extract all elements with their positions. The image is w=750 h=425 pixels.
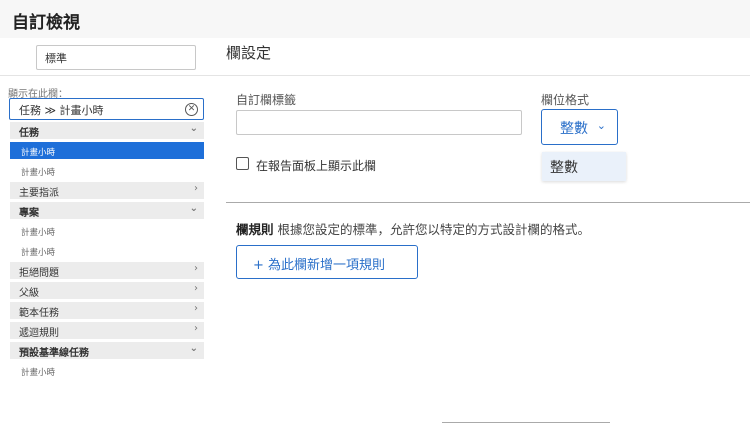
sidebar-group[interactable]: 預設基準線任務 ⌄ bbox=[10, 342, 204, 359]
sidebar-group-label: 範本任務 bbox=[19, 308, 59, 319]
column-rules-title: 欄規則 bbox=[236, 222, 274, 237]
sidebar-field-item[interactable]: 計畫小時 bbox=[10, 142, 204, 159]
show-in-report-checkbox[interactable] bbox=[236, 157, 249, 170]
field-path-text: 任務 ≫ 計畫小時 bbox=[19, 104, 104, 117]
view-name-input[interactable] bbox=[36, 45, 196, 70]
chevron-down-icon: ⌄ bbox=[189, 203, 198, 214]
chevron-right-icon: › bbox=[194, 263, 198, 274]
show-in-report-label: 在報告面板上顯示此欄 bbox=[256, 159, 377, 173]
clear-icon[interactable]: ✕ bbox=[185, 103, 198, 116]
field-format-value: 整數 bbox=[560, 121, 588, 137]
format-option-integer[interactable]: 整數 bbox=[542, 152, 626, 181]
sidebar-group[interactable]: 主要指派 › bbox=[10, 182, 204, 199]
chevron-down-icon: ⌄ bbox=[189, 123, 198, 134]
sidebar-group-label: 主要指派 bbox=[19, 188, 59, 199]
chevron-right-icon: › bbox=[194, 283, 198, 294]
custom-label-label: 自訂欄標籤 bbox=[236, 93, 297, 107]
sidebar-field-item[interactable]: 計畫小時 bbox=[10, 242, 204, 259]
chevron-right-icon: › bbox=[194, 303, 198, 314]
sidebar-group-label: 專案 bbox=[19, 208, 39, 219]
divider bbox=[442, 422, 610, 423]
sidebar-group-label: 遞迴規則 bbox=[19, 328, 59, 339]
header-bar: 自訂檢視 bbox=[0, 0, 750, 38]
sidebar-group[interactable]: 遞迴規則 › bbox=[10, 322, 204, 339]
sidebar-field-item[interactable]: 計畫小時 bbox=[10, 222, 204, 239]
chevron-right-icon: › bbox=[194, 323, 198, 334]
sidebar-group[interactable]: 拒絕問題 › bbox=[10, 262, 204, 279]
divider bbox=[0, 75, 750, 76]
field-tree: 任務 ⌄ 計畫小時 計畫小時 主要指派 › 專案 ⌄ 計畫小時 計畫小時 拒絕問題 › 父級 › 範本任務 ›… bbox=[10, 122, 204, 382]
sidebar-group-label: 任務 bbox=[19, 128, 39, 139]
chevron-down-icon: ⌄ bbox=[596, 119, 606, 132]
sidebar-group[interactable]: 範本任務 › bbox=[10, 302, 204, 319]
sidebar-group-label: 拒絕問題 bbox=[19, 268, 59, 279]
field-format-label: 欄位格式 bbox=[541, 93, 590, 107]
sidebar-field-item[interactable]: 計畫小時 bbox=[10, 362, 204, 379]
add-rule-button[interactable]: + 為此欄新增一項規則 bbox=[236, 245, 418, 279]
column-rules-description: 根據您設定的標準，允許您以特定的方式設計欄的格式。 bbox=[277, 222, 591, 237]
column-settings-title: 欄設定 bbox=[226, 44, 272, 62]
chevron-right-icon: › bbox=[194, 183, 198, 194]
custom-label-input[interactable] bbox=[236, 110, 522, 135]
divider bbox=[226, 202, 750, 203]
sidebar-group[interactable]: 父級 › bbox=[10, 282, 204, 299]
column-rules-text: 欄規則 根據您設定的標準，允許您以特定的方式設計欄的格式。 bbox=[236, 219, 590, 238]
sidebar-group[interactable]: 專案 ⌄ bbox=[10, 202, 204, 219]
sidebar-group-label: 預設基準線任務 bbox=[19, 348, 89, 359]
app-title: 自訂檢視 bbox=[12, 13, 80, 33]
field-path-box[interactable]: 任務 ≫ 計畫小時 ✕ bbox=[9, 98, 204, 120]
chevron-down-icon: ⌄ bbox=[189, 343, 198, 354]
sidebar-group[interactable]: 任務 ⌄ bbox=[10, 122, 204, 139]
sidebar-field-item[interactable]: 計畫小時 bbox=[10, 162, 204, 179]
sidebar-group-label: 父級 bbox=[19, 288, 39, 299]
field-format-dropdown[interactable]: 整數 ⌄ bbox=[541, 109, 618, 145]
